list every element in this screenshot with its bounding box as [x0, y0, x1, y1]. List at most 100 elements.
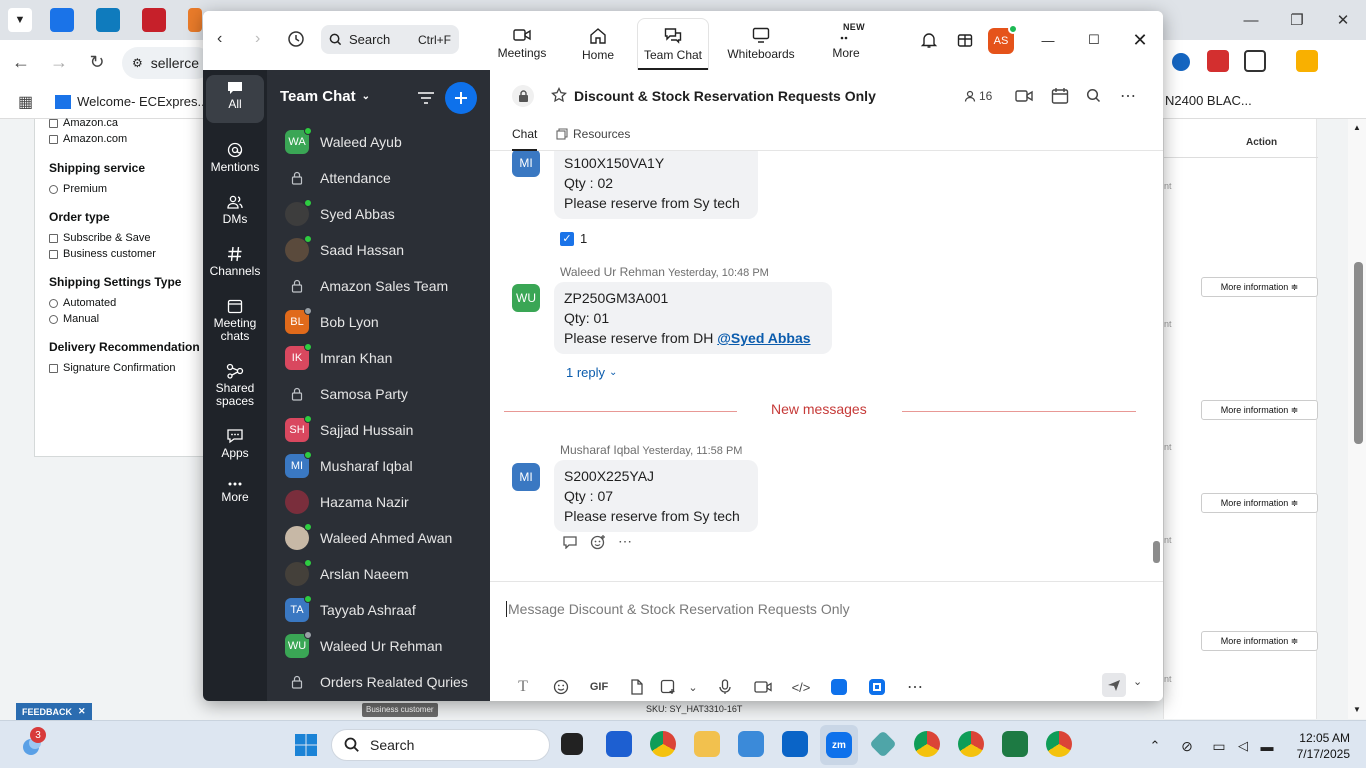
site-info-icon[interactable]: ⚙ — [132, 56, 143, 70]
tab-home[interactable]: Home — [565, 18, 631, 70]
maximize-icon[interactable]: ❐ — [1274, 0, 1320, 40]
apps-grid-icon[interactable]: ▦ — [18, 92, 33, 112]
chat-list-item[interactable]: Hazama Nazir — [285, 484, 485, 520]
scroll-up-icon[interactable]: ▲ — [1353, 123, 1361, 132]
scrollbar-thumb[interactable] — [1354, 262, 1363, 444]
tab-favicon-other[interactable] — [188, 8, 202, 32]
radio-button[interactable] — [49, 298, 58, 308]
chat-list-item[interactable]: Saad Hassan — [285, 232, 485, 268]
chevron-down-icon[interactable]: ⌄ — [680, 674, 706, 700]
chrome-profile-icon[interactable] — [914, 731, 940, 757]
chat-list-item[interactable]: Samosa Party — [285, 376, 485, 412]
text-format-icon[interactable]: T — [504, 674, 542, 700]
calendar-gift-icon[interactable] — [954, 29, 976, 51]
close-icon[interactable]: ✕ — [1320, 0, 1366, 40]
network-icon[interactable]: ⊘ — [1176, 735, 1198, 757]
channel-title[interactable]: Discount & Stock Reservation Requests On… — [574, 88, 876, 104]
user-avatar[interactable]: AS — [988, 24, 1018, 54]
maximize-icon[interactable]: ☐ — [1071, 25, 1117, 55]
sender-name[interactable]: Waleed Ur Rehman — [560, 265, 665, 279]
zoom-search[interactable]: Search Ctrl+F — [321, 25, 459, 54]
search-icon[interactable] — [1086, 88, 1101, 103]
excel-icon[interactable] — [1002, 731, 1028, 757]
app-diamond-icon[interactable] — [869, 730, 897, 758]
checkbox[interactable] — [49, 134, 58, 144]
reload-icon[interactable]: ↻ — [80, 46, 114, 80]
checkbox[interactable] — [49, 118, 58, 128]
chat-list-title[interactable]: Team Chat ⌄ — [280, 88, 370, 105]
chevron-up-icon[interactable]: ⌃ — [1144, 735, 1166, 757]
profile-extension-icon[interactable] — [1296, 50, 1318, 72]
minimize-icon[interactable]: — — [1025, 25, 1071, 55]
tab-resources[interactable]: Resources — [556, 127, 630, 141]
forward-icon[interactable]: → — [42, 46, 76, 80]
star-icon[interactable] — [551, 87, 567, 103]
tab-whiteboards[interactable]: Whiteboards — [721, 18, 801, 70]
more-information-button[interactable]: More information ≑ — [1201, 277, 1318, 297]
gif-button[interactable]: GIF — [580, 674, 618, 700]
more-options-icon[interactable]: ⋯ — [1120, 86, 1137, 106]
chat-list-item[interactable]: Waleed Ahmed Awan — [285, 520, 485, 556]
tab-favicon-ec[interactable] — [50, 8, 74, 32]
chat-list-item[interactable]: WU Waleed Ur Rehman — [285, 628, 485, 664]
send-options-chevron-icon[interactable]: ⌄ — [1133, 675, 1142, 688]
chrome-profile-3-icon[interactable] — [1046, 731, 1072, 757]
chat-list-item[interactable]: WA Waleed Ayub — [285, 124, 485, 160]
chat-list-item[interactable]: SH Sajjad Hussain — [285, 412, 485, 448]
avatar[interactable]: WU — [512, 284, 540, 312]
video-message-icon[interactable] — [744, 674, 782, 700]
video-call-icon[interactable] — [1015, 89, 1033, 103]
battery-icon[interactable]: ▬ — [1256, 735, 1278, 757]
rail-item-channels[interactable]: Channels — [206, 240, 264, 278]
tab-chat[interactable]: Chat — [512, 127, 538, 151]
tab-meetings[interactable]: Meetings — [493, 18, 551, 70]
minimize-icon[interactable]: — — [1228, 0, 1274, 40]
more-information-button[interactable]: More information ≑ — [1201, 631, 1318, 651]
address-bar[interactable]: ⚙ sellerce — [122, 47, 212, 79]
system-clock[interactable]: 12:05 AM 7/17/2025 — [1290, 730, 1350, 762]
more-actions-icon[interactable]: ⋯ — [618, 533, 632, 550]
rail-item-all[interactable]: All — [206, 75, 264, 123]
widgets-icon[interactable]: 3 — [20, 727, 46, 757]
microsoft-store-icon[interactable] — [606, 731, 632, 757]
radio-button[interactable] — [49, 184, 58, 194]
radio-button[interactable] — [49, 314, 58, 324]
volume-icon[interactable]: ◁ — [1232, 735, 1254, 757]
new-chat-button[interactable] — [445, 82, 477, 114]
file-explorer-icon[interactable] — [694, 731, 720, 757]
chat-list-item[interactable]: Orders Realated Quries — [285, 664, 485, 700]
avatar[interactable]: MI — [512, 151, 540, 177]
chat-list-item[interactable]: TA Tayyab Ashraaf — [285, 592, 485, 628]
pdf-extension-icon[interactable] — [1207, 50, 1229, 72]
history-icon[interactable] — [287, 30, 305, 48]
forward-icon[interactable]: › — [255, 30, 260, 48]
emoji-icon[interactable] — [542, 674, 580, 700]
chat-list-item[interactable]: Amazon Sales Team — [285, 268, 485, 304]
message-bubble[interactable]: S200X225YAJ Qty : 07 Please reserve from… — [554, 460, 758, 532]
feedback-button[interactable]: FEEDBACK ✕ — [16, 703, 92, 720]
checkbox[interactable] — [49, 233, 58, 243]
filter-option[interactable]: Subscribe & Save — [49, 230, 205, 246]
code-snippet-icon[interactable]: </> — [782, 674, 820, 700]
rail-item-more[interactable]: More — [206, 474, 264, 504]
app-blue-icon[interactable] — [820, 674, 858, 700]
rail-item-dms[interactable]: DMs — [206, 188, 264, 226]
more-tools-icon[interactable]: ⋯ — [896, 674, 934, 700]
calculator-icon[interactable] — [738, 731, 764, 757]
add-reaction-icon[interactable] — [590, 534, 606, 550]
scrollbar-thumb[interactable] — [1153, 541, 1160, 563]
rail-item-meeting-chats[interactable]: Meeting chats — [206, 292, 264, 343]
chat-list-item[interactable]: IK Imran Khan — [285, 340, 485, 376]
filter-icon[interactable] — [417, 90, 435, 106]
bookmark-welcome[interactable]: Welcome- ECExpres... — [77, 94, 208, 109]
more-information-button[interactable]: More information ≑ — [1201, 400, 1318, 420]
zoom-app-icon[interactable]: zm — [820, 725, 858, 765]
vpn-extension-icon[interactable] — [1172, 53, 1190, 71]
app-blue-alt-icon[interactable] — [858, 674, 896, 700]
microphone-icon[interactable] — [706, 674, 744, 700]
chrome-profile-2-icon[interactable] — [958, 731, 984, 757]
bell-icon[interactable] — [918, 29, 940, 51]
chrome-icon[interactable] — [650, 731, 676, 757]
scroll-down-icon[interactable]: ▼ — [1353, 705, 1361, 714]
more-information-button[interactable]: More information ≑ — [1201, 493, 1318, 513]
